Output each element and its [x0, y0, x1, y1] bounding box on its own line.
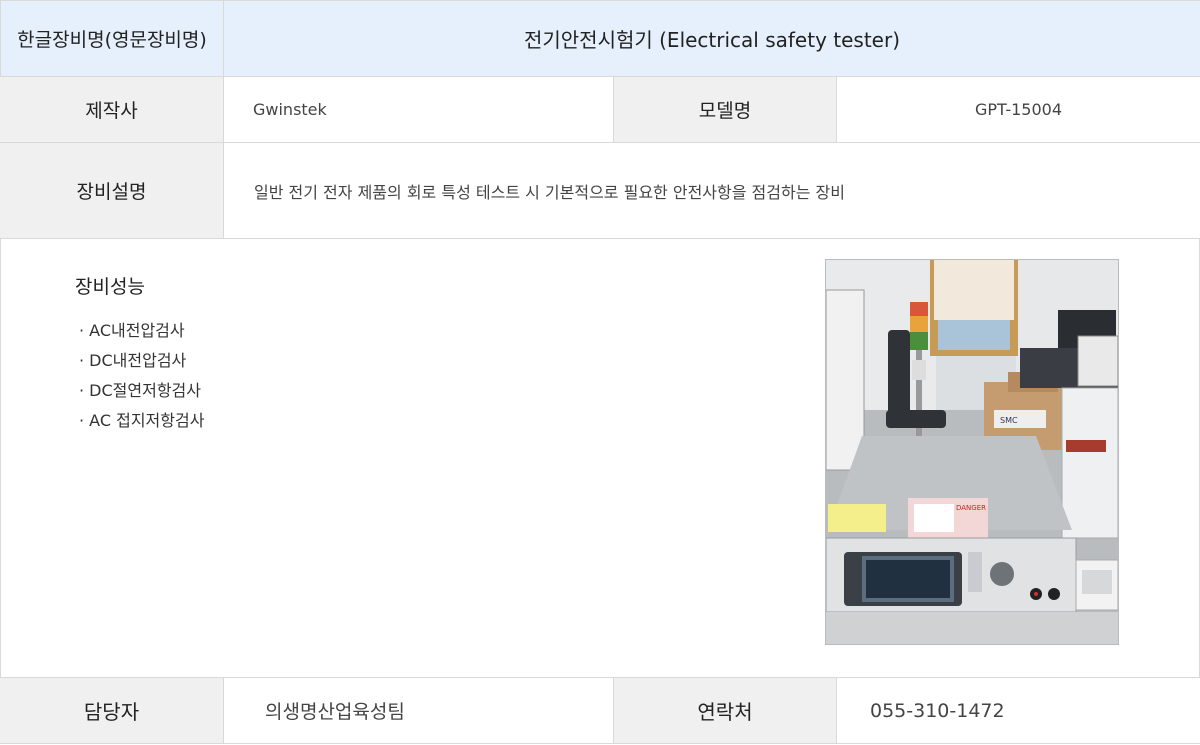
description-label: 장비설명 — [0, 143, 224, 238]
description-row: 장비설명 일반 전기 전자 제품의 회로 특성 테스트 시 기본적으로 필요한 … — [0, 143, 1200, 239]
contact-label: 연락처 — [614, 678, 837, 743]
equipment-info-sheet: 한글장비명(영문장비명) 전기안전시험기 (Electrical safety … — [0, 0, 1200, 745]
manager-value: 의생명산업육성팀 — [224, 678, 614, 743]
photo-smc-label: SMC — [1000, 416, 1018, 425]
model-value: GPT-15004 — [837, 77, 1200, 142]
equipment-name-row: 한글장비명(영문장비명) 전기안전시험기 (Electrical safety … — [0, 0, 1200, 77]
maker-model-row: 제작사 Gwinstek 모델명 GPT-15004 — [0, 77, 1200, 143]
equipment-name-value: 전기안전시험기 (Electrical safety tester) — [224, 1, 1200, 76]
performance-item: · AC 접지저항검사 — [79, 411, 205, 430]
manager-label: 담당자 — [0, 678, 224, 743]
model-label: 모델명 — [614, 77, 837, 142]
performance-section: 장비성능 · AC내전압검사 · DC내전압검사 · DC절연저항검사 · AC… — [0, 239, 1200, 677]
performance-title: 장비성능 — [75, 276, 145, 298]
equipment-name-label: 한글장비명(영문장비명) — [0, 1, 224, 76]
performance-item: · DC내전압검사 — [79, 351, 187, 370]
performance-list: · AC내전압검사 · DC내전압검사 · DC절연저항검사 · AC 접지저항… — [79, 316, 204, 436]
equipment-photo: SMC DANGER — [825, 259, 1119, 645]
contact-row: 담당자 의생명산업육성팀 연락처 055-310-1472 — [0, 677, 1200, 744]
performance-item: · DC절연저항검사 — [79, 381, 201, 400]
contact-value: 055-310-1472 — [837, 678, 1200, 743]
description-value: 일반 전기 전자 제품의 회로 특성 테스트 시 기본적으로 필요한 안전사항을… — [224, 143, 1200, 238]
maker-value: Gwinstek — [224, 77, 614, 142]
performance-item: · AC내전압검사 — [79, 321, 185, 340]
photo-danger-label: DANGER — [956, 504, 986, 512]
maker-label: 제작사 — [0, 77, 224, 142]
